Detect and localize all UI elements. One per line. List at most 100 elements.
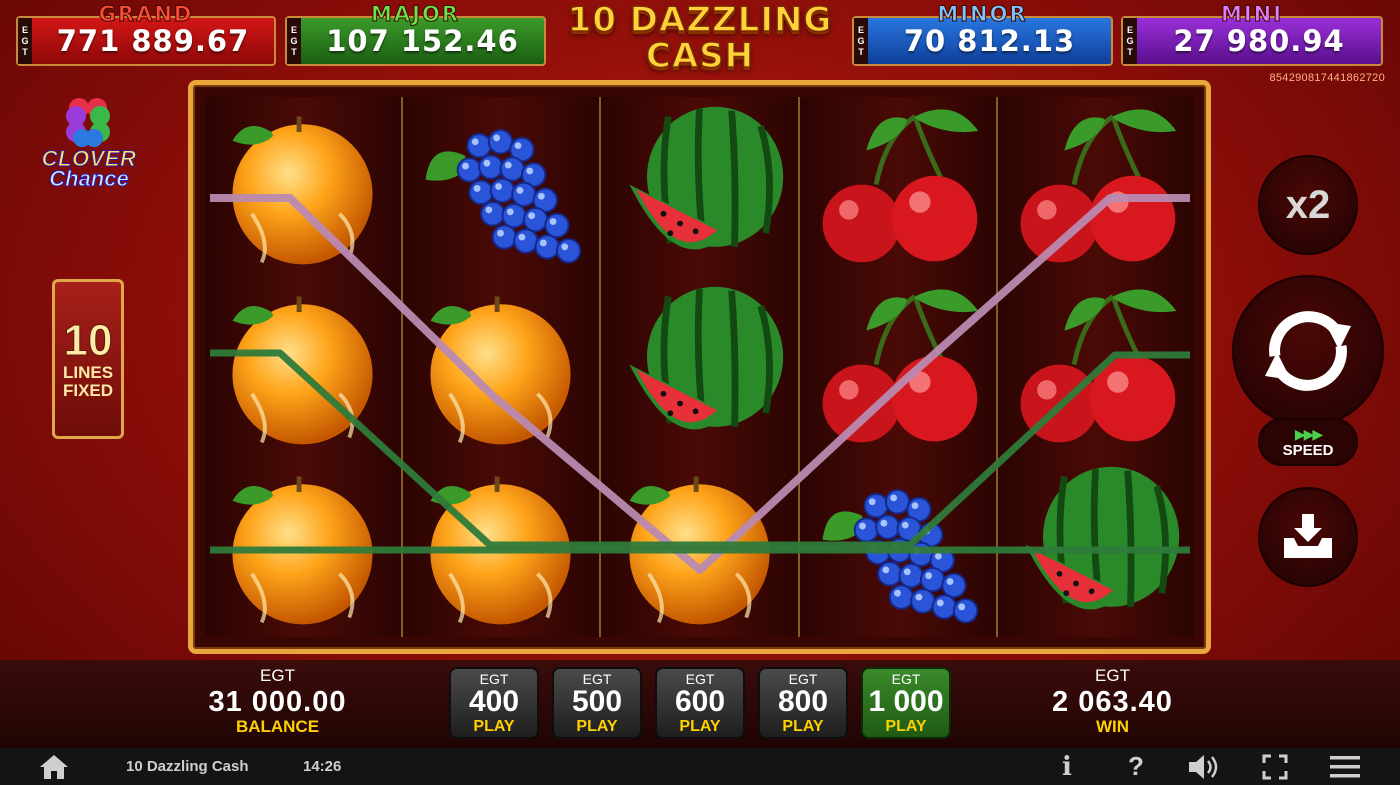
reel-cell [800, 97, 996, 277]
sound-button[interactable] [1187, 750, 1221, 783]
clover-logo-line2: Chance [49, 166, 129, 192]
bet-play-label: PLAY [679, 717, 721, 735]
balance-label: BALANCE [235, 717, 320, 736]
cherry-icon [1020, 289, 1177, 443]
menu-button[interactable] [1330, 750, 1360, 783]
reel-cell [601, 97, 797, 277]
bet-button[interactable]: EGT 800 PLAY [758, 667, 848, 739]
collect-tray-icon [1284, 514, 1332, 558]
lines-indicator: 10 LINES FIXED [52, 279, 124, 439]
reel-column [995, 97, 1195, 637]
home-icon [40, 754, 68, 779]
lines-label-line2: FIXED [62, 381, 114, 400]
jackpot-mini: MINI EGT 27 980.94 [1121, 2, 1383, 66]
bet-value: 400 [468, 684, 520, 718]
cherry-icon [1020, 109, 1177, 263]
balance-currency: EGT [260, 666, 295, 685]
reel-cell [205, 457, 401, 637]
jackpot-minor-name: MINOR [937, 2, 1028, 27]
bet-button[interactable]: EGT 500 PLAY [552, 667, 642, 739]
cherry-icon [822, 289, 978, 443]
lines-number: 10 [63, 316, 113, 365]
fullscreen-button[interactable] [1262, 750, 1288, 783]
orange-icon [232, 296, 373, 445]
bet-value: 600 [674, 684, 726, 718]
reel-cell [403, 457, 599, 637]
jackpot-minor-value: 70 812.13 [903, 24, 1076, 58]
lines-label-line1: LINES [62, 363, 114, 382]
ticket-id: 854290817441862720 [1269, 72, 1385, 84]
sound-icon [1189, 754, 1218, 779]
win-currency: EGT [1095, 666, 1130, 685]
bet-currency: EGT [479, 670, 509, 687]
watermelon-icon [628, 106, 783, 250]
footer-game-title: 10 Dazzling Cash [126, 758, 249, 775]
footer-clock: 14:26 [303, 758, 342, 775]
jackpot-grand: GRAND EGT 771 889.67 [16, 2, 276, 66]
multiplier-button[interactable]: x2 [1258, 155, 1358, 255]
win: EGT 2 063.40 WIN [1020, 666, 1205, 736]
speed-button[interactable]: ▶▶▶ SPEED [1258, 418, 1358, 466]
jackpot-mini-value: 27 980.94 [1173, 24, 1345, 58]
bet-currency: EGT [685, 670, 715, 687]
speed-label: SPEED [1282, 441, 1334, 459]
reel-cell [998, 277, 1194, 457]
reel-column [205, 97, 402, 637]
grapes-icon [822, 489, 978, 624]
reel-cell [403, 277, 599, 457]
game-title: 10 DAZZLING CASH [555, 0, 845, 75]
collect-button[interactable] [1258, 487, 1358, 587]
info-icon[interactable]: i [1062, 750, 1072, 783]
win-amount: 2 063.40 [1052, 686, 1173, 718]
home-button[interactable] [38, 750, 70, 783]
bet-play-label: PLAY [576, 717, 618, 735]
orange-icon [628, 476, 770, 625]
bet-currency: EGT [891, 670, 921, 687]
reel-cell [800, 457, 996, 637]
orange-icon [232, 116, 373, 265]
balance: EGT 31 000.00 BALANCE [185, 666, 370, 736]
menu-icon [1330, 755, 1360, 777]
balance-amount: 31 000.00 [208, 686, 347, 718]
jackpot-major: MAJOR EGT 107 152.46 [285, 2, 546, 66]
fullscreen-icon [1262, 754, 1288, 779]
reel-cell [403, 97, 599, 277]
orange-icon [430, 476, 571, 625]
jackpot-major-name: MAJOR [371, 2, 460, 27]
reel-cell [205, 97, 401, 277]
win-label: WIN [1095, 717, 1130, 736]
reel-grid [205, 97, 1195, 637]
reel-cell [800, 277, 996, 457]
spin-arrows-icon [1265, 311, 1351, 391]
bet-button[interactable]: EGT 400 PLAY [449, 667, 539, 739]
reel-column [599, 97, 798, 637]
bet-play-label: PLAY [885, 717, 927, 735]
fast-forward-icon: ▶▶▶ [1294, 425, 1323, 442]
reel-frame [188, 80, 1211, 654]
bet-value: 800 [777, 684, 829, 718]
jackpot-major-value: 107 152.46 [326, 24, 519, 58]
reel-cell [601, 277, 797, 457]
reel-cell [998, 97, 1194, 277]
bet-value: 500 [571, 684, 623, 718]
spin-button[interactable] [1232, 275, 1384, 427]
watermelon-icon [628, 286, 783, 430]
reel-cell [601, 457, 797, 637]
reel-column [797, 97, 996, 637]
reel-column [401, 97, 600, 637]
bet-play-label: PLAY [782, 717, 824, 735]
grapes-icon [425, 129, 582, 264]
help-icon[interactable]: ? [1128, 750, 1144, 783]
game-title-line1: 10 DAZZLING [567, 0, 833, 40]
bet-button[interactable]: EGT 600 PLAY [655, 667, 745, 739]
bet-value: 1 000 [868, 684, 944, 718]
jackpot-mini-name: MINI [1220, 2, 1284, 27]
jackpot-minor: MINOR EGT 70 812.13 [852, 2, 1113, 66]
reel-cell [998, 457, 1194, 637]
orange-icon [232, 476, 373, 625]
jackpot-grand-name: GRAND [98, 2, 194, 27]
reel-cell [205, 277, 401, 457]
bet-currency: EGT [582, 670, 612, 687]
bet-button[interactable]: EGT 1 000 PLAY [861, 667, 951, 739]
bet-currency: EGT [788, 670, 818, 687]
